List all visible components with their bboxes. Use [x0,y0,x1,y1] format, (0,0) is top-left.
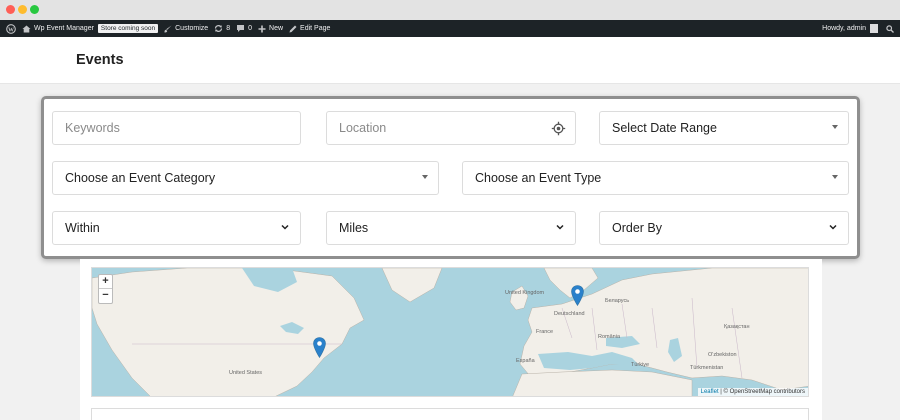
map-label-espana: España [516,358,535,364]
maximize-window-button[interactable] [30,5,39,14]
map-label-belarus: Беларусь [605,298,630,304]
chevron-down-icon [556,224,564,230]
order-by-value: Order By [612,221,663,235]
svg-text:W: W [8,27,14,33]
event-marker-europe[interactable] [571,285,584,306]
new-content-link[interactable]: New [258,25,283,33]
map-label-kazakhstan: Қазақстан [724,324,750,330]
page-title: Events [76,52,124,68]
keywords-input[interactable]: Keywords [52,111,301,145]
keywords-placeholder: Keywords [65,121,120,135]
event-result-card [91,408,809,420]
map-label-turkiye: Türkiye [631,362,650,368]
map-label-united-kingdom: United Kingdom [505,290,545,296]
map-label-turkmenistan: Türkmenistan [690,365,724,371]
new-label: New [269,25,284,32]
admin-bar: W Wp Event Manager Store coming soon Cus… [0,20,900,37]
locate-me-icon[interactable] [551,121,566,136]
edit-page-label: Edit Page [300,25,331,32]
chevron-down-icon [829,224,837,230]
event-search-panel: Keywords Location Select Date Range Choo… [41,96,860,259]
updates-link[interactable]: 8 [214,24,230,33]
browser-chrome [0,0,900,20]
comments-link[interactable]: 0 [236,24,252,33]
search-icon[interactable] [886,24,894,33]
avatar[interactable] [870,24,878,33]
site-header: Events [0,37,900,84]
date-range-select[interactable]: Select Date Range [599,111,849,145]
event-category-value: Choose an Event Category [65,171,216,185]
map-label-france: France [536,329,554,335]
wordpress-icon: W [6,23,16,34]
account-menu[interactable]: Howdy, admin [822,25,866,32]
map-label-united-states: United States [229,370,263,376]
location-input[interactable]: Location [326,111,576,145]
within-value: Within [65,221,100,235]
date-range-value: Select Date Range [612,121,717,135]
order-by-select[interactable]: Order By [599,211,849,245]
dropdown-arrow-icon [422,175,428,179]
site-name-label: Wp Event Manager [34,25,94,32]
minimize-window-button[interactable] [18,5,27,14]
store-status-badge: Store coming soon [97,24,159,33]
event-type-value: Choose an Event Type [475,171,602,185]
chevron-down-icon [281,224,289,230]
updates-count: 8 [226,25,231,32]
dropdown-arrow-icon [832,125,838,129]
zoom-control: + − [98,274,113,304]
map-label-romania: România [598,334,621,340]
event-type-select[interactable]: Choose an Event Type [462,161,849,195]
events-map[interactable]: United States United Kingdom Deutschland… [91,267,809,397]
edit-page-link[interactable]: Edit Page [289,25,330,33]
leaflet-link[interactable]: Leaflet [701,389,719,395]
map-label-uzbekistan: O'zbekiston [708,352,737,358]
comment-icon [237,25,245,32]
map-tiles [92,268,808,396]
zoom-in-button[interactable]: + [99,275,112,289]
dropdown-arrow-icon [832,175,838,179]
home-icon [22,25,31,32]
comments-count: 0 [248,25,253,32]
distance-unit-select[interactable]: Miles [326,211,576,245]
updates-icon [215,25,223,32]
distance-unit-value: Miles [339,221,369,235]
event-category-select[interactable]: Choose an Event Category [52,161,439,195]
event-marker-usa[interactable] [313,337,326,358]
customize-link[interactable]: Customize [164,25,208,33]
close-window-button[interactable] [6,5,15,14]
location-placeholder: Location [339,121,387,135]
map-attribution: Leaflet | © OpenStreetMap contributors [697,388,808,396]
brush-icon [164,25,172,33]
osm-attribution: | © OpenStreetMap contributors [718,389,805,395]
zoom-out-button[interactable]: − [99,289,112,303]
wordpress-logo-button[interactable]: W [6,23,16,34]
plus-icon [258,25,266,32]
customize-label: Customize [175,25,209,32]
within-select[interactable]: Within [52,211,301,245]
site-name-link[interactable]: Wp Event Manager Store coming soon [22,24,159,33]
pencil-icon [289,25,297,32]
map-label-deutschland: Deutschland [554,311,585,317]
